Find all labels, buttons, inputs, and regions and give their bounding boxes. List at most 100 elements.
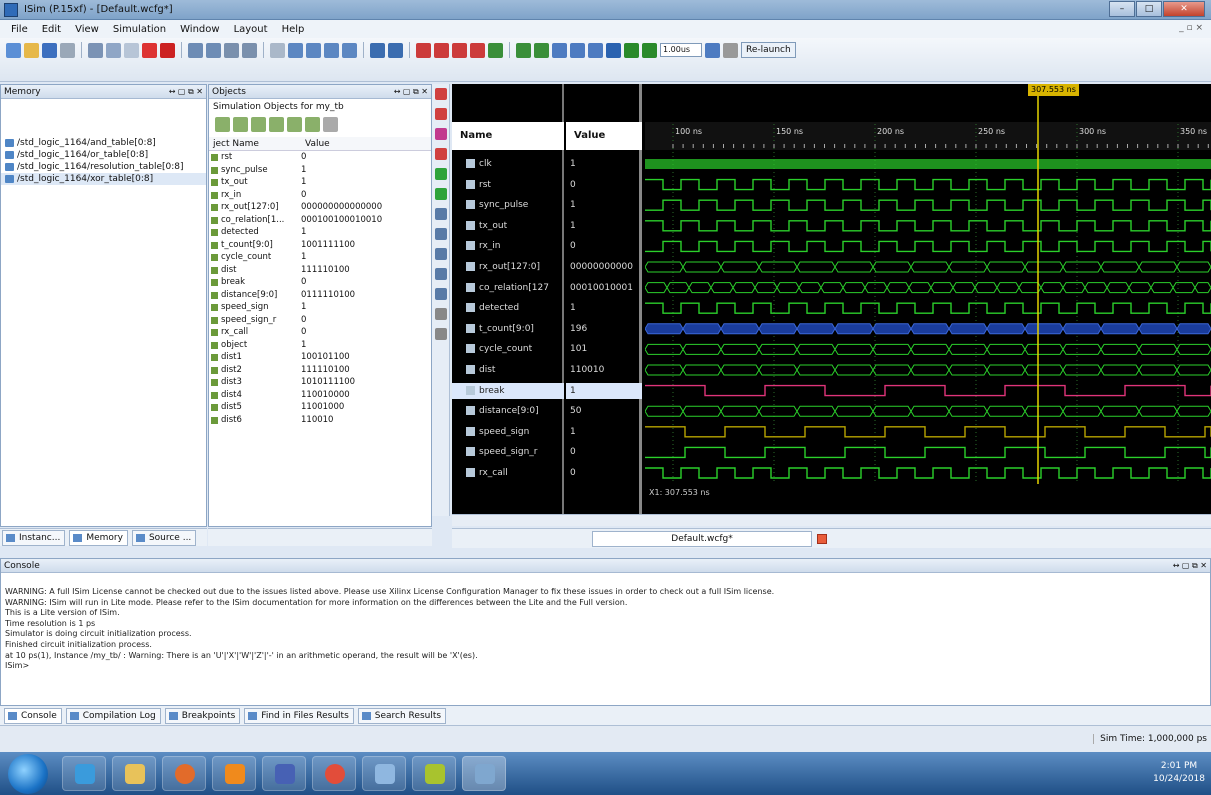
start-button[interactable] [8,754,48,794]
cut-icon[interactable] [88,42,103,58]
swap-icon[interactable] [570,42,585,58]
prev-edge-icon[interactable] [435,208,447,220]
next-marker-icon[interactable] [534,42,549,58]
filter-variable-icon[interactable] [305,117,320,132]
copy-icon[interactable] [106,42,121,58]
break-icon[interactable] [723,42,738,58]
object-row[interactable]: t_count[9:0] 1001111100 [209,239,431,252]
object-row[interactable]: dist1 100101100 [209,351,431,364]
print-icon[interactable] [60,42,75,58]
memory-item[interactable]: /std_logic_1164/xor_table[0:8] [1,173,206,185]
object-row[interactable]: distance[9:0] 0111110100 [209,289,431,302]
system-clock[interactable]: 2:01 PM 10/24/2018 [1153,760,1205,786]
tab-find-in-files[interactable]: Find in Files Results [244,707,354,724]
undo-icon[interactable] [188,42,203,58]
wave-signal-name[interactable]: break [452,382,564,399]
marker-icon[interactable] [370,42,385,58]
taskbar-chrome[interactable] [312,756,356,791]
find-replace-icon[interactable] [242,42,257,58]
wave-signal-name[interactable]: rst [452,177,564,193]
pane-controls[interactable]: ↔ ▢ ⧉ ✕ [394,85,428,99]
taskbar-isim[interactable] [462,756,506,791]
close-tab-icon[interactable] [817,534,827,544]
close-button[interactable]: ✕ [1163,1,1205,17]
menu-layout[interactable]: Layout [227,24,275,35]
menu-file[interactable]: File [4,24,35,35]
wave-signal-name[interactable]: distance[9:0] [452,403,564,419]
wave-signal-name[interactable]: dist [452,362,564,378]
wave-signal-name[interactable]: rx_call [452,465,564,481]
wave-signal-name[interactable]: tx_out [452,218,564,234]
add-marker-icon[interactable] [435,168,447,180]
grid-icon[interactable] [435,308,447,320]
filter-options-icon[interactable] [323,117,338,132]
memory-item[interactable]: /std_logic_1164/resolution_table[0:8] [1,161,206,173]
save-icon[interactable] [42,42,57,58]
wave-scrollbar[interactable] [452,514,1211,526]
wave-name-header[interactable]: Name [452,122,564,150]
snap-icon[interactable] [435,268,447,280]
object-row[interactable]: dist 111110100 [209,264,431,277]
object-row[interactable]: dist6 110010 [209,414,431,427]
menu-view[interactable]: View [68,24,106,35]
tab-search-results[interactable]: Search Results [357,707,447,724]
restart-icon[interactable] [606,42,621,58]
next-edge-icon[interactable] [435,228,447,240]
cursor-tool-icon[interactable] [435,88,447,100]
object-row[interactable]: cycle_count 1 [209,251,431,264]
objects-scrollbar[interactable] [208,528,432,546]
help-icon[interactable] [388,42,403,58]
pane-controls[interactable]: ↔ ▢ ⧉ ✕ [1173,559,1207,573]
objects-col-name[interactable]: ject Name [209,137,301,150]
object-row[interactable]: object 1 [209,339,431,352]
object-row[interactable]: sync_pulse 1 [209,164,431,177]
wave-signal-name[interactable]: rx_in [452,238,564,254]
filter-constant-icon[interactable] [287,117,302,132]
memory-item[interactable]: /std_logic_1164/or_table[0:8] [1,149,206,161]
paste-icon[interactable] [124,42,139,58]
stop-icon[interactable] [160,42,175,58]
taskbar-media[interactable] [162,756,206,791]
zoom-in-icon[interactable] [416,42,431,58]
layout-3-icon[interactable] [324,42,339,58]
tab-default-wcfg[interactable]: Default.wcfg* [592,531,812,547]
filter-output-icon[interactable] [233,117,248,132]
object-row[interactable]: speed_sign 1 [209,301,431,314]
step-icon[interactable] [588,42,603,58]
object-row[interactable]: detected 1 [209,226,431,239]
layout-4-icon[interactable] [342,42,357,58]
maximize-button[interactable]: □ [1136,1,1162,17]
tab-memory[interactable]: Memory [69,529,128,546]
tab-breakpoints[interactable]: Breakpoints [164,707,241,724]
wave-signal-name[interactable]: cycle_count [452,341,564,357]
new-icon[interactable] [6,42,21,58]
remove-marker-icon[interactable] [435,188,447,200]
taskbar-explorer[interactable] [112,756,156,791]
filter-inout-icon[interactable] [251,117,266,132]
zoom-out-icon[interactable] [434,42,449,58]
find-icon[interactable] [224,42,239,58]
wave-signal-name[interactable]: co_relation[127 [452,280,564,296]
wave-signal-name[interactable]: rx_out[127:0] [452,259,564,275]
filter-input-icon[interactable] [215,117,230,132]
run-for-icon[interactable] [642,42,657,58]
menu-window[interactable]: Window [173,24,226,35]
goto-icon[interactable] [488,42,503,58]
step-over-icon[interactable] [705,42,720,58]
tab-source[interactable]: Source ... [131,529,197,546]
tab-console[interactable]: Console [4,707,62,724]
zoom-cursor-icon[interactable] [470,42,485,58]
object-row[interactable]: dist4 110010000 [209,389,431,402]
layout-1-icon[interactable] [288,42,303,58]
wave-signal-name[interactable]: t_count[9:0] [452,321,564,337]
swap-cursor-icon[interactable] [435,288,447,300]
object-row[interactable]: dist3 1010111100 [209,376,431,389]
delete-icon[interactable] [142,42,157,58]
wave-value-header[interactable]: Value [566,122,642,150]
console-output[interactable]: WARNING: A full ISim License cannot be c… [1,587,1210,672]
zoom-tool-icon[interactable] [435,108,447,120]
measure-tool-icon[interactable] [435,148,447,160]
wave-signal-name[interactable]: sync_pulse [452,197,564,213]
object-row[interactable]: break 0 [209,276,431,289]
run-time-field[interactable]: 1.00us [660,43,702,57]
